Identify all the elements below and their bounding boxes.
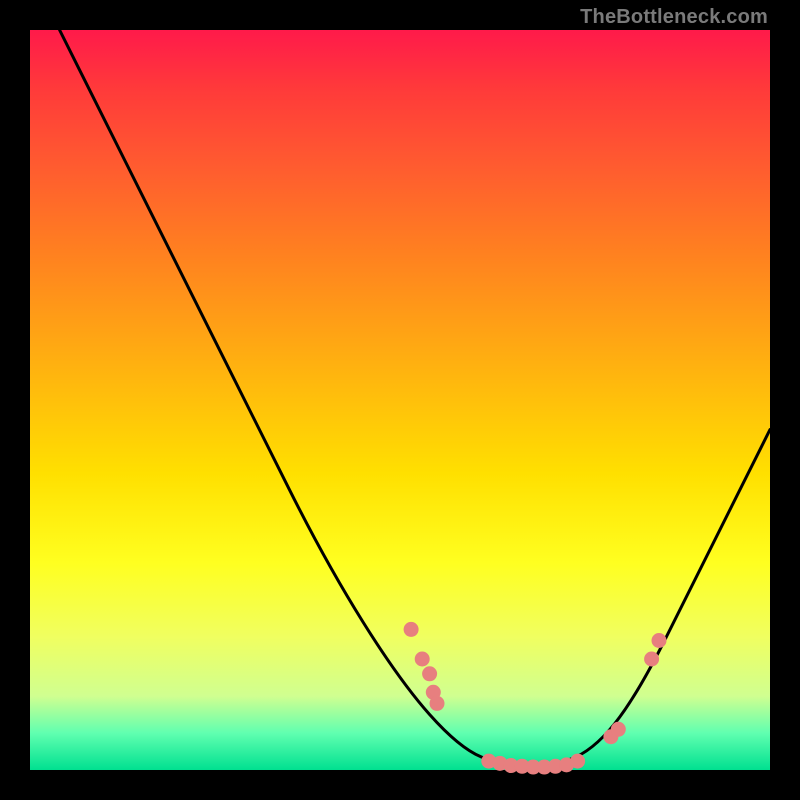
chart-svg <box>30 30 770 770</box>
plot-area <box>30 30 770 770</box>
chart-container: TheBottleneck.com <box>0 0 800 800</box>
data-point <box>611 722 626 737</box>
data-point <box>404 622 419 637</box>
data-point <box>570 754 585 769</box>
data-point <box>430 696 445 711</box>
bottleneck-curve <box>60 30 770 767</box>
data-point <box>415 652 430 667</box>
data-point <box>652 633 667 648</box>
data-point <box>644 652 659 667</box>
data-point <box>422 666 437 681</box>
curve-path <box>60 30 770 767</box>
attribution-text: TheBottleneck.com <box>580 6 768 29</box>
data-points <box>404 622 667 775</box>
